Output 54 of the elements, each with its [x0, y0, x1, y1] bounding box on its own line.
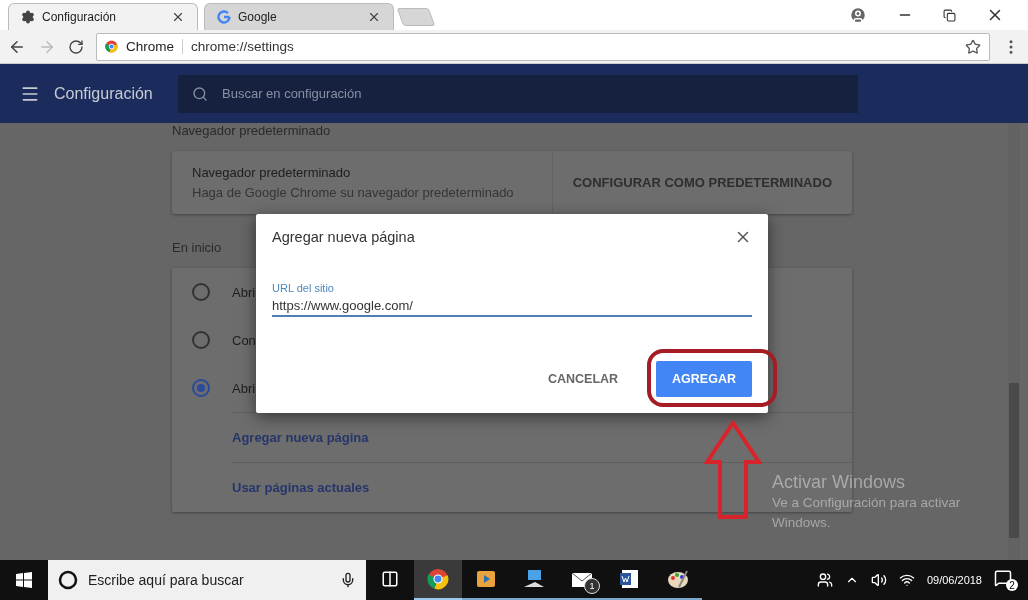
search-placeholder: Buscar en configuración — [222, 86, 362, 101]
page-title: Configuración — [54, 84, 154, 103]
setting-title: Navegador predeterminado — [192, 165, 352, 180]
taskbar-date: 09/06/2018 — [926, 574, 982, 586]
restore-icon[interactable] — [943, 8, 956, 22]
search-icon — [192, 85, 208, 102]
radio-button[interactable] — [192, 379, 210, 397]
radio-button[interactable] — [192, 331, 210, 349]
task-view-icon — [381, 570, 399, 588]
palette-icon — [667, 569, 689, 589]
cortana-circle-icon — [58, 570, 78, 590]
scrollbar-thumb[interactable] — [1009, 383, 1019, 538]
count-badge: 1 — [584, 578, 600, 594]
profile-icon[interactable] — [849, 6, 867, 24]
chrome-icon — [105, 40, 118, 53]
add-button[interactable]: AGREGAR — [656, 361, 752, 397]
cancel-button[interactable]: CANCELAR — [531, 361, 635, 397]
people-icon[interactable] — [816, 572, 833, 588]
document-icon — [620, 569, 640, 589]
search-field[interactable]: Buscar en configuración — [178, 74, 858, 113]
field-label: URL del sitio — [272, 282, 335, 294]
url-text: chrome://settings — [191, 39, 295, 54]
radio-button[interactable] — [192, 283, 210, 301]
close-icon[interactable] — [171, 10, 185, 24]
microphone-icon[interactable] — [340, 572, 356, 588]
bookmark-star-icon[interactable] — [965, 38, 981, 55]
url-input[interactable]: https://www.google.com/ — [272, 298, 752, 317]
google-icon — [217, 10, 231, 24]
dialog-title: Agregar nueva página — [272, 229, 415, 245]
chrome-icon — [427, 568, 449, 590]
windows-logo-icon — [16, 572, 32, 588]
media-player-icon — [476, 569, 496, 589]
network-icon[interactable] — [898, 572, 915, 588]
address-bar[interactable]: Chrome chrome://settings — [96, 32, 990, 61]
option-label: Con — [232, 332, 256, 348]
setting-description: Haga de Google Chrome su navegador predeterminado — [192, 185, 515, 200]
activation-text: Ve a Configuración para activar Windows. — [772, 494, 962, 532]
section-heading: Navegador predeterminado — [172, 123, 332, 138]
browser-tab[interactable]: Configuración — [8, 3, 198, 30]
close-icon[interactable] — [367, 10, 381, 24]
search-placeholder: Escribe aquí para buscar — [88, 572, 245, 588]
speaker-icon[interactable] — [870, 572, 887, 588]
option-label: Abri — [232, 284, 256, 300]
computer-icon — [523, 569, 545, 589]
taskbar-search-field[interactable]: Escribe aquí para buscar — [48, 560, 366, 600]
activation-title: Activar Windows — [772, 472, 907, 493]
browser-tab[interactable]: Google — [204, 3, 394, 30]
option-label: Abri — [232, 380, 256, 396]
taskbar-app-button[interactable]: 1 — [558, 560, 606, 600]
section-heading: En inicio — [172, 240, 223, 255]
site-label: Chrome — [126, 39, 183, 54]
reload-icon[interactable] — [68, 38, 84, 55]
gear-icon — [21, 10, 35, 24]
taskbar-app-button[interactable] — [414, 560, 462, 600]
